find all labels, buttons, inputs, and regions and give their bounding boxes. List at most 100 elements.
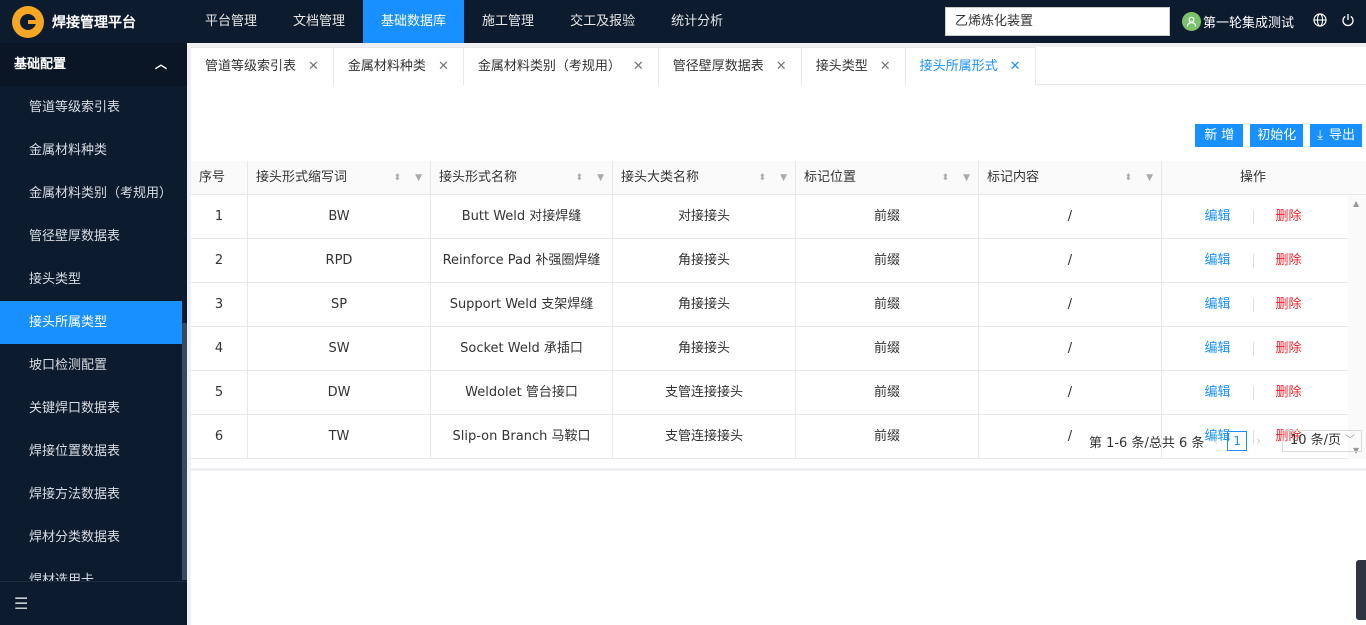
sidebar-item-1[interactable]: 金属材料种类 <box>0 129 182 172</box>
pagination: 第 1-6 条/总共 6 条 ‹ 1 › 10 条/页 ﹀ <box>1089 430 1362 452</box>
sidebar-item-0[interactable]: 管道等级索引表 <box>0 86 182 129</box>
tab-2[interactable]: 金属材料类别（考规用） ✕ <box>463 47 659 86</box>
sidebar-item-9[interactable]: 焊接方法数据表 <box>0 473 182 516</box>
filter-icon[interactable]: ▼ <box>415 161 422 195</box>
new-button[interactable]: 新增 <box>1195 124 1244 147</box>
nav-item-1[interactable]: 文档管理 <box>275 0 363 43</box>
export-button[interactable]: ⤓ 导出 <box>1310 124 1362 147</box>
table-cell: 3 <box>191 283 248 327</box>
sort-icon[interactable]: ⬍ <box>1124 161 1132 195</box>
nav-item-0[interactable]: 平台管理 <box>187 0 275 43</box>
edit-button[interactable]: 编辑 <box>1204 327 1230 371</box>
close-icon[interactable]: ✕ <box>308 48 319 86</box>
tab-1[interactable]: 金属材料种类 ✕ <box>333 47 464 86</box>
column-header-4[interactable]: 标记位置 ⬍ ▼ <box>796 161 979 195</box>
table-cell: Weldolet 管台接口 <box>431 371 613 415</box>
sort-icon[interactable]: ⬍ <box>393 161 401 195</box>
page-number-current[interactable]: 1 <box>1227 431 1248 451</box>
table-cell: 前缀 <box>796 195 979 239</box>
table-cell: RPD <box>248 239 431 283</box>
tab-label: 金属材料种类 <box>347 58 426 74</box>
table-cell: / <box>979 371 1162 415</box>
filter-icon[interactable]: ▼ <box>963 161 970 195</box>
edit-button[interactable]: 编辑 <box>1204 283 1230 327</box>
logo-icon <box>12 5 44 38</box>
row-actions: 编辑 删除 <box>1162 195 1344 239</box>
page-size-select[interactable]: 10 条/页 ﹀ <box>1282 430 1362 452</box>
sidebar-item-10[interactable]: 焊材分类数据表 <box>0 516 182 559</box>
close-icon[interactable]: ✕ <box>1010 48 1021 86</box>
filter-icon[interactable]: ▼ <box>597 161 604 195</box>
tab-5[interactable]: 接头所属形式 ✕ <box>905 47 1036 86</box>
tab-3[interactable]: 管径壁厚数据表 ✕ <box>658 47 802 86</box>
chevron-up-icon: ︿ <box>154 57 167 71</box>
nav-item-5[interactable]: 统计分析 <box>653 0 741 43</box>
column-header-3[interactable]: 接头大类名称 ⬍ ▼ <box>613 161 796 195</box>
delete-button[interactable]: 删除 <box>1276 327 1302 371</box>
menu-fold-icon[interactable]: ☰ <box>0 581 187 625</box>
project-select[interactable]: 乙烯炼化装置 <box>945 7 1170 36</box>
column-header-1[interactable]: 接头形式缩写词 ⬍ ▼ <box>248 161 431 195</box>
table-cell: 对接接头 <box>613 195 796 239</box>
nav-item-3[interactable]: 施工管理 <box>464 0 552 43</box>
scroll-up-icon[interactable]: ▲ <box>1353 199 1359 208</box>
edit-button[interactable]: 编辑 <box>1204 239 1230 283</box>
nav-item-4[interactable]: 交工及报验 <box>552 0 653 43</box>
table-cell: / <box>979 239 1162 283</box>
chevron-down-icon: ﹀ <box>1345 435 1355 446</box>
power-icon[interactable] <box>1340 13 1356 29</box>
prev-page-icon[interactable]: ‹ <box>1213 434 1218 448</box>
table-cell: 6 <box>191 415 248 459</box>
next-page-icon[interactable]: › <box>1256 434 1261 448</box>
table-cell: 前缀 <box>796 327 979 371</box>
sort-icon[interactable]: ⬍ <box>575 161 583 195</box>
tab-0[interactable]: 管道等级索引表 ✕ <box>191 47 334 85</box>
table-cell: 5 <box>191 371 248 415</box>
sidebar-item-8[interactable]: 焊接位置数据表 <box>0 430 182 473</box>
delete-button[interactable]: 删除 <box>1276 239 1302 283</box>
close-icon[interactable]: ✕ <box>633 48 644 86</box>
floating-widget[interactable] <box>1356 560 1366 620</box>
table-scrollbar[interactable]: ▲ ▼ <box>1348 195 1366 459</box>
globe-icon[interactable] <box>1312 13 1328 29</box>
table-row: 2 RPD Reinforce Pad 补强圈焊缝 角接接头 前缀 / 编辑 删除 <box>191 239 1366 283</box>
sidebar-item-3[interactable]: 管径壁厚数据表 <box>0 215 182 258</box>
delete-button[interactable]: 删除 <box>1276 195 1302 239</box>
column-header-2[interactable]: 接头形式名称 ⬍ ▼ <box>431 161 613 195</box>
sidebar-item-5[interactable]: 接头所属类型 <box>0 301 182 344</box>
sidebar-item-4[interactable]: 接头类型 <box>0 258 182 301</box>
init-button[interactable]: 初始化 <box>1250 124 1304 147</box>
user-icon <box>1182 12 1201 31</box>
edit-button[interactable]: 编辑 <box>1204 371 1230 415</box>
table-cell: Butt Weld 对接焊缝 <box>431 195 613 239</box>
table-cell: SW <box>248 327 431 371</box>
delete-button[interactable]: 删除 <box>1276 283 1302 327</box>
column-header-label: 操作 <box>1239 170 1266 185</box>
table-cell: 前缀 <box>796 415 979 459</box>
sidebar-item-7[interactable]: 关键焊口数据表 <box>0 387 182 430</box>
column-header-5[interactable]: 标记内容 ⬍ ▼ <box>979 161 1162 195</box>
table-cell: 前缀 <box>796 283 979 327</box>
sidebar-item-6[interactable]: 坡口检测配置 <box>0 344 182 387</box>
user-menu[interactable]: 第一轮集成测试 <box>1182 12 1294 31</box>
delete-button[interactable]: 删除 <box>1276 371 1302 415</box>
sidebar-group-basic-config[interactable]: 基础配置 ︿ <box>0 43 187 86</box>
tab-label: 金属材料类别（考规用） <box>477 58 621 74</box>
edit-button[interactable]: 编辑 <box>1204 195 1230 239</box>
close-icon[interactable]: ✕ <box>880 48 891 86</box>
sort-icon[interactable]: ⬍ <box>758 161 766 195</box>
table-cell: Reinforce Pad 补强圈焊缝 <box>431 239 613 283</box>
divider <box>1252 298 1254 312</box>
app-logo: 焊接管理平台 <box>0 0 187 43</box>
sidebar-item-2[interactable]: 金属材料类别（考规用） <box>0 172 182 215</box>
sort-icon[interactable]: ⬍ <box>941 161 949 195</box>
row-actions: 编辑 删除 <box>1162 371 1344 415</box>
tab-4[interactable]: 接头类型 ✕ <box>801 47 906 86</box>
tab-label: 接头所属形式 <box>919 58 998 74</box>
nav-item-2[interactable]: 基础数据库 <box>363 0 465 43</box>
filter-icon[interactable]: ▼ <box>780 161 787 195</box>
sidebar-group-label: 基础配置 <box>14 57 67 72</box>
filter-icon[interactable]: ▼ <box>1146 161 1153 195</box>
close-icon[interactable]: ✕ <box>776 48 787 86</box>
close-icon[interactable]: ✕ <box>438 48 449 86</box>
